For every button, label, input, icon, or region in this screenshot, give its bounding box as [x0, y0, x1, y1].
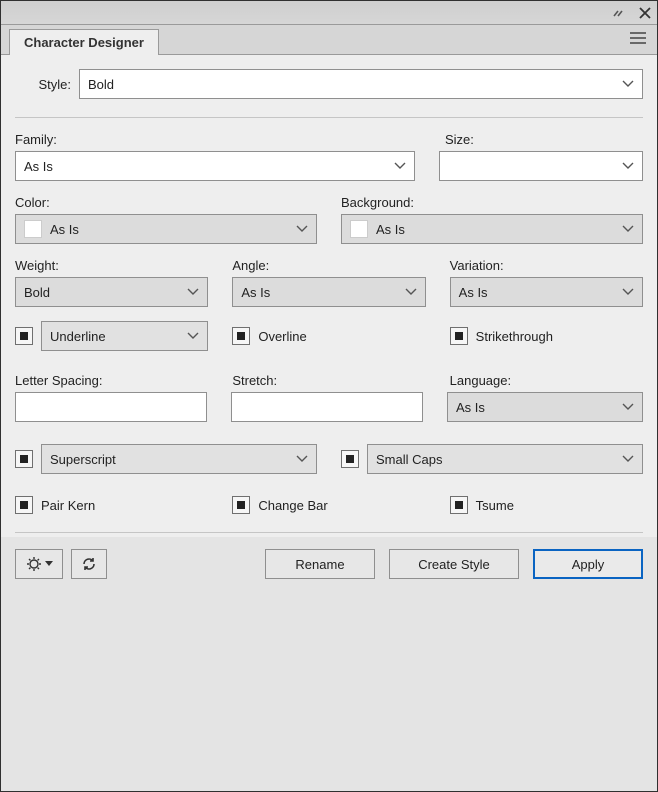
- overline-label: Overline: [258, 329, 306, 344]
- color-label: Color:: [15, 195, 50, 210]
- changebar-label: Change Bar: [258, 498, 327, 513]
- chevron-down-icon: [622, 288, 634, 296]
- rename-button[interactable]: Rename: [265, 549, 375, 579]
- chevron-down-icon: [622, 80, 634, 88]
- superscript-check[interactable]: [15, 450, 33, 468]
- chevron-down-icon: [622, 162, 634, 170]
- language-select[interactable]: As Is: [447, 392, 643, 422]
- smallcaps-value: Small Caps: [376, 452, 442, 467]
- underline-check[interactable]: [15, 327, 33, 345]
- divider: [15, 117, 643, 118]
- chevron-down-icon: [187, 288, 199, 296]
- chevron-down-icon: [622, 403, 634, 411]
- close-icon[interactable]: [639, 7, 651, 19]
- create-style-button[interactable]: Create Style: [389, 549, 519, 579]
- variation-select[interactable]: As Is: [450, 277, 643, 307]
- angle-label: Angle:: [232, 258, 425, 273]
- angle-select[interactable]: As Is: [232, 277, 425, 307]
- panel-menu-icon[interactable]: [629, 31, 657, 54]
- pairkern-label: Pair Kern: [41, 498, 95, 513]
- refresh-icon: [81, 556, 97, 572]
- strikethrough-check[interactable]: [450, 327, 468, 345]
- rename-label: Rename: [295, 557, 344, 572]
- stretch-input[interactable]: [231, 392, 423, 422]
- divider: [15, 532, 643, 533]
- tab-character-designer[interactable]: Character Designer: [9, 29, 159, 55]
- create-style-label: Create Style: [418, 557, 490, 572]
- color-swatch: [24, 220, 42, 238]
- angle-value: As Is: [241, 285, 270, 300]
- collapse-icon[interactable]: [613, 8, 629, 18]
- pairkern-check[interactable]: [15, 496, 33, 514]
- weight-label: Weight:: [15, 258, 208, 273]
- chevron-down-icon: [405, 288, 417, 296]
- style-select[interactable]: Bold: [79, 69, 643, 99]
- language-value: As Is: [456, 400, 485, 415]
- underline-select[interactable]: Underline: [41, 321, 208, 351]
- chevron-down-icon: [622, 455, 634, 463]
- family-value: As Is: [24, 159, 53, 174]
- tab-row: Character Designer: [1, 25, 657, 55]
- underline-value: Underline: [50, 329, 106, 344]
- letter-spacing-input[interactable]: [15, 392, 207, 422]
- apply-button[interactable]: Apply: [533, 549, 643, 579]
- family-select[interactable]: As Is: [15, 151, 415, 181]
- main-panel: Style: Bold Family: Size: As Is Color: B…: [1, 55, 657, 537]
- style-value: Bold: [88, 77, 114, 92]
- chevron-down-icon: [296, 455, 308, 463]
- chevron-down-icon: [187, 332, 199, 340]
- stretch-label: Stretch:: [232, 373, 425, 388]
- tab-label: Character Designer: [24, 35, 144, 50]
- chevron-down-icon: [394, 162, 406, 170]
- chevron-down-icon: [296, 225, 308, 233]
- size-label: Size:: [445, 132, 474, 147]
- color-value: As Is: [50, 222, 79, 237]
- smallcaps-check[interactable]: [341, 450, 359, 468]
- background-label: Background:: [341, 195, 414, 210]
- background-swatch: [350, 220, 368, 238]
- weight-select[interactable]: Bold: [15, 277, 208, 307]
- chevron-down-icon: [622, 225, 634, 233]
- background-value: As Is: [376, 222, 405, 237]
- tsume-label: Tsume: [476, 498, 514, 513]
- weight-value: Bold: [24, 285, 50, 300]
- caret-down-icon: [45, 561, 53, 567]
- variation-value: As Is: [459, 285, 488, 300]
- style-label: Style:: [15, 77, 79, 92]
- superscript-value: Superscript: [50, 452, 116, 467]
- letter-spacing-label: Letter Spacing:: [15, 373, 208, 388]
- background-select[interactable]: As Is: [341, 214, 643, 244]
- size-select[interactable]: [439, 151, 643, 181]
- apply-label: Apply: [572, 557, 605, 572]
- changebar-check[interactable]: [232, 496, 250, 514]
- strikethrough-label: Strikethrough: [476, 329, 553, 344]
- titlebar: [1, 1, 657, 25]
- language-label: Language:: [450, 373, 643, 388]
- settings-menu-button[interactable]: [15, 549, 63, 579]
- overline-check[interactable]: [232, 327, 250, 345]
- refresh-button[interactable]: [71, 549, 107, 579]
- smallcaps-select[interactable]: Small Caps: [367, 444, 643, 474]
- superscript-select[interactable]: Superscript: [41, 444, 317, 474]
- tsume-check[interactable]: [450, 496, 468, 514]
- family-label: Family:: [15, 132, 57, 147]
- color-select[interactable]: As Is: [15, 214, 317, 244]
- variation-label: Variation:: [450, 258, 643, 273]
- gear-icon: [26, 556, 42, 572]
- footer: Rename Create Style Apply: [1, 537, 657, 593]
